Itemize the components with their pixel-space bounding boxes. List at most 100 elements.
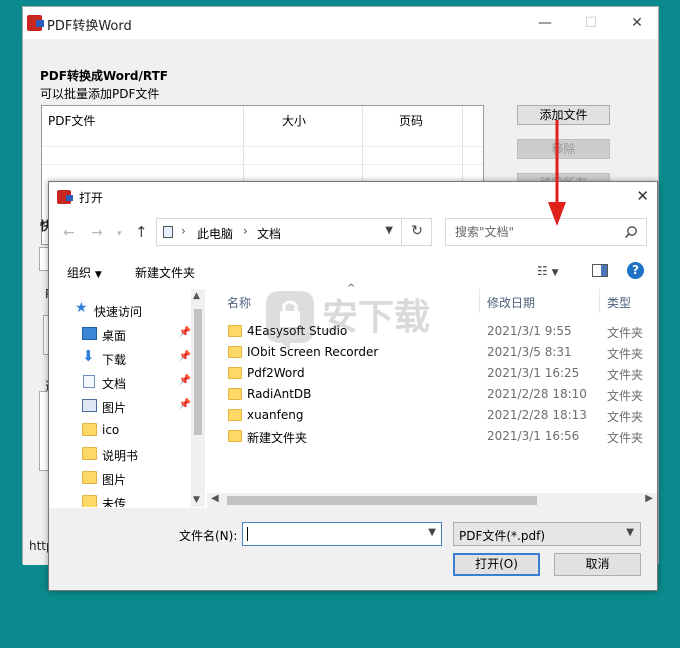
folder-icon <box>228 409 242 421</box>
file-row[interactable]: 新建文件夹 2021/3/1 16:56 文件夹 <box>207 426 657 447</box>
file-row[interactable]: xuanfeng 2021/2/28 18:13 文件夹 <box>207 405 657 426</box>
file-type: 文件夹 <box>607 431 644 445</box>
dialog-close-button[interactable]: ✕ <box>636 187 649 205</box>
table-header-pages[interactable]: 页码 <box>399 112 423 129</box>
scrollbar-thumb[interactable] <box>227 496 537 505</box>
new-folder-button[interactable]: 新建文件夹 <box>135 264 195 281</box>
document-icon <box>83 375 95 388</box>
folder-icon <box>228 325 242 337</box>
page-title: PDF转换成Word/RTF <box>40 69 168 83</box>
scroll-down-icon[interactable]: ▼ <box>193 495 200 505</box>
pdf-app-icon <box>57 190 73 204</box>
scrollbar-thumb[interactable] <box>194 309 202 435</box>
watermark-logo: 安下载 <box>266 291 430 351</box>
pin-icon[interactable]: 📌 <box>179 375 191 386</box>
nav-item-label: 文档 <box>102 377 127 391</box>
nav-item-label: 图片 <box>102 473 127 487</box>
chevron-down-icon: ▼ <box>94 270 102 280</box>
column-header-type[interactable]: 类型 <box>607 294 631 311</box>
filename-combobox[interactable]: ▼ <box>242 522 442 546</box>
table-grid-line <box>42 164 483 165</box>
star-icon: ★ <box>75 300 88 316</box>
preview-pane-icon[interactable] <box>592 264 608 277</box>
main-titlebar: PDF转换Word — ☐ ✕ <box>23 7 658 39</box>
file-modified: 2021/2/28 18:13 <box>487 408 587 422</box>
nav-item-unsent[interactable]: 未传 <box>49 491 191 507</box>
computer-icon <box>163 226 173 238</box>
pdf-app-icon <box>27 15 44 31</box>
file-modified: 2021/3/1 16:25 <box>487 366 580 380</box>
organize-menu[interactable]: 组织 ▼ <box>67 264 102 281</box>
horizontal-scrollbar[interactable]: ◀ ▶ <box>207 493 657 508</box>
pin-icon[interactable]: 📌 <box>179 327 191 338</box>
nav-item-downloads[interactable]: ⬇ 下载 📌 <box>49 347 191 369</box>
pin-icon[interactable]: 📌 <box>179 399 191 410</box>
folder-icon <box>228 388 242 400</box>
nav-item-ico[interactable]: ico <box>49 419 191 441</box>
pin-icon[interactable]: 📌 <box>179 351 191 362</box>
cancel-button[interactable]: 取消 <box>554 553 641 576</box>
nav-item-manual[interactable]: 说明书 <box>49 443 191 465</box>
view-options-icon[interactable]: ☷ ▼ <box>537 264 559 278</box>
nav-item-pictures-folder[interactable]: 图片 <box>49 467 191 489</box>
breadcrumb-this-pc[interactable]: 此电脑 <box>197 225 233 242</box>
search-input[interactable] <box>446 219 616 245</box>
help-icon[interactable]: ? <box>627 262 644 279</box>
file-type: 文件夹 <box>607 389 644 403</box>
nav-item-quick-access[interactable]: ★ 快速访问 <box>49 299 191 321</box>
file-modified: 2021/3/1 16:56 <box>487 429 580 443</box>
nav-item-documents[interactable]: 文档 📌 <box>49 371 191 393</box>
table-header-pdf[interactable]: PDF文件 <box>48 112 95 129</box>
address-bar[interactable]: › 此电脑 › 文档 ▼ <box>156 218 432 246</box>
open-button[interactable]: 打开(O) <box>453 553 540 576</box>
nav-item-label: 快速访问 <box>94 305 143 319</box>
refresh-icon[interactable]: ↻ <box>401 218 432 246</box>
file-type: 文件夹 <box>607 368 644 382</box>
chevron-down-icon[interactable]: ▼ <box>428 527 436 538</box>
file-row[interactable]: RadiAntDB 2021/2/28 18:10 文件夹 <box>207 384 657 405</box>
breadcrumb-chevron-icon[interactable]: › <box>243 224 248 238</box>
recent-locations-chevron-icon[interactable]: ▾ <box>117 229 122 239</box>
minimize-button[interactable]: — <box>535 13 555 33</box>
scroll-left-icon[interactable]: ◀ <box>211 493 219 504</box>
folder-icon <box>228 367 242 379</box>
nav-item-label: 说明书 <box>102 449 139 463</box>
maximize-button[interactable]: ☐ <box>581 13 601 33</box>
breadcrumb-documents[interactable]: 文档 <box>257 225 281 242</box>
column-divider[interactable] <box>599 289 600 313</box>
text-cursor <box>247 527 248 541</box>
forward-arrow-icon[interactable]: → <box>91 225 103 241</box>
nav-item-label: 下载 <box>102 353 127 367</box>
column-header-modified[interactable]: 修改日期 <box>487 294 535 311</box>
file-modified: 2021/3/5 8:31 <box>487 345 572 359</box>
open-file-dialog: 打开 ✕ ← → ▾ ↑ › 此电脑 › 文档 ▼ ↻ 组织 ▼ 新建文件夹 ☷… <box>48 181 658 591</box>
file-type-select[interactable]: PDF文件(*.pdf) ▼ <box>453 522 641 546</box>
filename-label: 文件名(N): <box>179 529 238 543</box>
table-header-size[interactable]: 大小 <box>282 112 306 129</box>
file-modified: 2021/2/28 18:10 <box>487 387 587 401</box>
breadcrumb-chevron-icon[interactable]: › <box>181 224 186 238</box>
nav-item-desktop[interactable]: 桌面 📌 <box>49 323 191 345</box>
file-name: 新建文件夹 <box>247 431 308 445</box>
nav-pane-scrollbar[interactable]: ▲ ▼ <box>191 289 205 507</box>
filename-field[interactable] <box>243 523 418 545</box>
nav-item-label: 桌面 <box>102 329 127 343</box>
search-icon[interactable] <box>624 225 638 239</box>
desktop-icon <box>82 327 97 340</box>
back-arrow-icon[interactable]: ← <box>63 225 75 241</box>
scroll-up-icon[interactable]: ▲ <box>193 291 200 301</box>
nav-item-pictures[interactable]: 图片 📌 <box>49 395 191 417</box>
up-arrow-icon[interactable]: ↑ <box>135 223 148 241</box>
folder-icon <box>82 495 97 507</box>
scroll-right-icon[interactable]: ▶ <box>645 493 653 504</box>
column-header-name[interactable]: 名称 <box>227 294 251 311</box>
organize-label: 组织 <box>67 266 92 280</box>
dialog-footer: 文件名(N): ▼ PDF文件(*.pdf) ▼ 打开(O) 取消 <box>49 508 657 590</box>
table-grid-line <box>42 146 483 147</box>
column-divider[interactable] <box>479 289 480 313</box>
file-row[interactable]: Pdf2Word 2021/3/1 16:25 文件夹 <box>207 363 657 384</box>
folder-icon <box>228 430 242 442</box>
close-button[interactable]: ✕ <box>627 13 647 33</box>
address-dropdown-icon[interactable]: ▼ <box>385 225 393 236</box>
nav-item-label: ico <box>102 423 120 437</box>
